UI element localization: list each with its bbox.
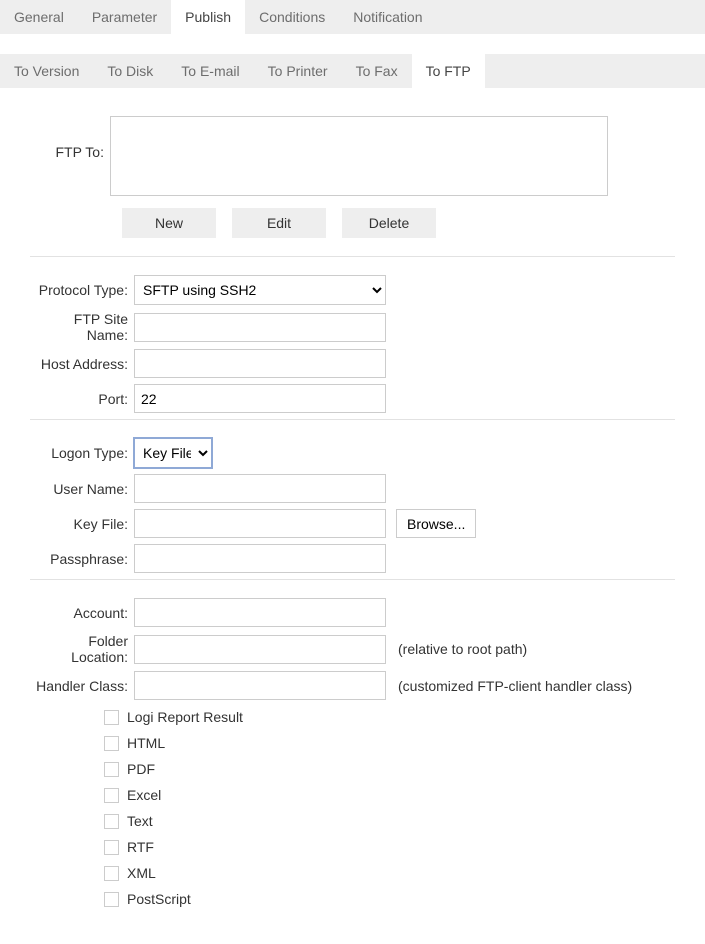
format-checkbox-html[interactable] <box>104 736 119 751</box>
format-label[interactable]: PostScript <box>127 891 191 907</box>
protocol-type-label: Protocol Type: <box>30 282 134 298</box>
handler-class-input[interactable] <box>134 671 386 700</box>
format-label[interactable]: HTML <box>127 735 165 751</box>
logon-type-select[interactable]: Key File <box>134 438 212 468</box>
format-checkbox-xml[interactable] <box>104 866 119 881</box>
folder-location-label: Folder Location: <box>30 633 134 665</box>
edit-button[interactable]: Edit <box>232 208 326 238</box>
port-input[interactable] <box>134 384 386 413</box>
subtab-to-printer[interactable]: To Printer <box>254 54 342 88</box>
divider <box>30 419 675 420</box>
ftp-site-name-input[interactable] <box>134 313 386 342</box>
ftpto-textarea[interactable] <box>110 116 608 196</box>
browse-button[interactable]: Browse... <box>396 509 476 538</box>
button-row: New Edit Delete <box>122 208 675 238</box>
new-button[interactable]: New <box>122 208 216 238</box>
key-file-label: Key File: <box>30 516 134 532</box>
format-checkbox-excel[interactable] <box>104 788 119 803</box>
format-label[interactable]: Logi Report Result <box>127 709 243 725</box>
format-row: Text <box>104 810 675 832</box>
handler-class-hint: (customized FTP-client handler class) <box>398 678 632 694</box>
account-label: Account: <box>30 605 134 621</box>
divider <box>30 579 675 580</box>
format-checkbox-pdf[interactable] <box>104 762 119 777</box>
format-row: Logi Report Result <box>104 706 675 728</box>
tab-notification[interactable]: Notification <box>339 0 436 34</box>
handler-class-label: Handler Class: <box>30 678 134 694</box>
folder-location-hint: (relative to root path) <box>398 641 527 657</box>
format-label[interactable]: PDF <box>127 761 155 777</box>
format-row: XML <box>104 862 675 884</box>
passphrase-label: Passphrase: <box>30 551 134 567</box>
ftp-site-name-label: FTP Site Name: <box>30 311 134 343</box>
format-checkbox-text[interactable] <box>104 814 119 829</box>
format-label[interactable]: XML <box>127 865 156 881</box>
key-file-input[interactable] <box>134 509 386 538</box>
format-row: Excel <box>104 784 675 806</box>
protocol-type-select[interactable]: SFTP using SSH2 <box>134 275 386 305</box>
subtab-to-email[interactable]: To E-mail <box>167 54 253 88</box>
main-tabbar: General Parameter Publish Conditions Not… <box>0 0 705 34</box>
subtab-to-ftp[interactable]: To FTP <box>412 54 485 88</box>
host-address-input[interactable] <box>134 349 386 378</box>
subtab-to-version[interactable]: To Version <box>0 54 93 88</box>
account-input[interactable] <box>134 598 386 627</box>
tab-parameter[interactable]: Parameter <box>78 0 171 34</box>
user-name-input[interactable] <box>134 474 386 503</box>
folder-location-input[interactable] <box>134 635 386 664</box>
format-label[interactable]: Text <box>127 813 153 829</box>
passphrase-input[interactable] <box>134 544 386 573</box>
format-row: PDF <box>104 758 675 780</box>
format-row: RTF <box>104 836 675 858</box>
logon-type-label: Logon Type: <box>30 445 134 461</box>
divider <box>30 256 675 257</box>
subtab-to-fax[interactable]: To Fax <box>342 54 412 88</box>
host-address-label: Host Address: <box>30 356 134 372</box>
format-label[interactable]: Excel <box>127 787 161 803</box>
delete-button[interactable]: Delete <box>342 208 436 238</box>
port-label: Port: <box>30 391 134 407</box>
tab-general[interactable]: General <box>0 0 78 34</box>
format-checkbox-rtf[interactable] <box>104 840 119 855</box>
format-checkbox-logi[interactable] <box>104 710 119 725</box>
ftpto-label: FTP To: <box>30 116 110 160</box>
format-checkbox-postscript[interactable] <box>104 892 119 907</box>
content-area: FTP To: New Edit Delete Protocol Type: S… <box>0 88 705 944</box>
format-row: HTML <box>104 732 675 754</box>
user-name-label: User Name: <box>30 481 134 497</box>
sub-tabbar: To Version To Disk To E-mail To Printer … <box>0 54 705 88</box>
format-label[interactable]: RTF <box>127 839 154 855</box>
subtab-to-disk[interactable]: To Disk <box>93 54 167 88</box>
format-row: PostScript <box>104 888 675 910</box>
tab-conditions[interactable]: Conditions <box>245 0 339 34</box>
tab-publish[interactable]: Publish <box>171 0 245 34</box>
